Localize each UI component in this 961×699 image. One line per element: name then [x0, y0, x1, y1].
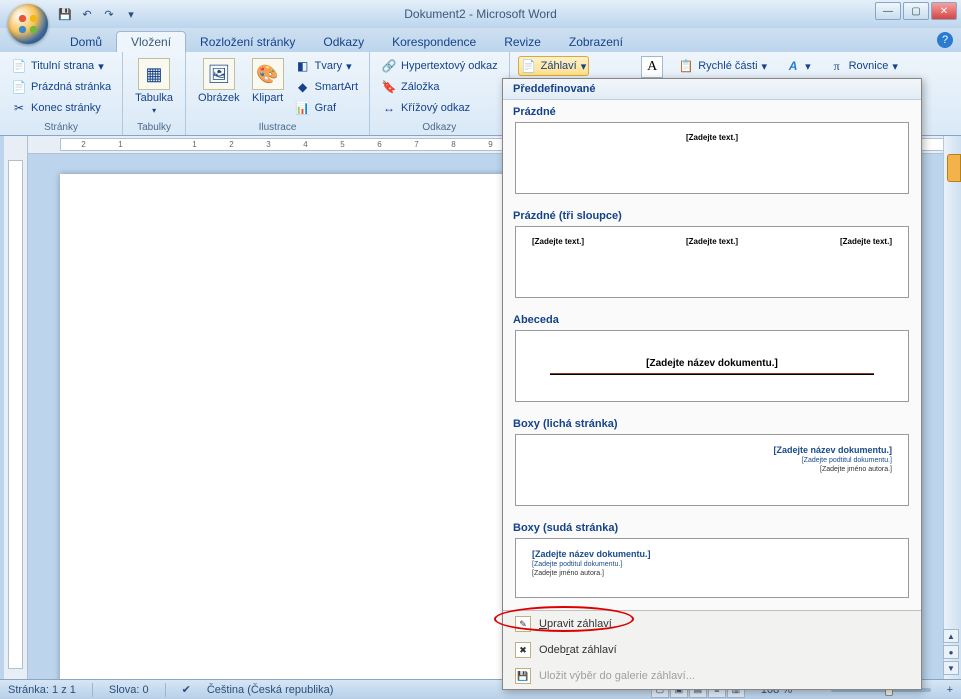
shapes-button[interactable]: ◧Tvary▾ [292, 56, 361, 76]
crossref-icon: ↔ [381, 100, 397, 116]
picture-icon: 🖼 [203, 58, 235, 90]
browse-object-button[interactable]: ● [943, 645, 959, 659]
group-title-illustrations: Ilustrace [194, 120, 361, 135]
equation-icon: π [829, 58, 845, 74]
minimize-button[interactable]: — [875, 2, 901, 20]
save-selection-icon: 💾 [515, 668, 531, 684]
status-words[interactable]: Slova: 0 [109, 684, 149, 696]
window-title: Dokument2 - Microsoft Word [404, 7, 557, 21]
window-controls: — ▢ ✕ [875, 2, 957, 20]
smartart-icon: ◆ [295, 79, 311, 95]
qat-customize[interactable]: ▾ [122, 5, 140, 23]
clipart-button[interactable]: 🎨Klipart [248, 56, 288, 120]
smartart-button[interactable]: ◆SmartArt [292, 77, 361, 97]
hyperlink-button[interactable]: 🔗Hypertextový odkaz [378, 56, 501, 76]
page-break-button[interactable]: ✂Konec stránky [8, 98, 114, 118]
close-button[interactable]: ✕ [931, 2, 957, 20]
title-bar: 💾 ↶ ↷ ▾ Dokument2 - Microsoft Word — ▢ ✕ [0, 0, 961, 28]
header-button[interactable]: 📄Záhlaví▾ [518, 56, 590, 76]
gallery-item-title-boxy-even: Boxy (sudá stránka) [503, 516, 921, 538]
status-proofing-icon[interactable]: ✔ [182, 683, 191, 696]
group-title-pages: Stránky [8, 120, 114, 135]
save-selection-item: 💾 Uložit výběr do galerie záhlaví... [503, 663, 921, 689]
tab-home[interactable]: Domů [56, 32, 116, 52]
qat-save[interactable]: 💾 [56, 5, 74, 23]
remove-header-item[interactable]: ✖ Odebrat záhlaví [503, 637, 921, 663]
blank-page-button[interactable]: 📄Prázdná stránka [8, 77, 114, 97]
textbox-button[interactable]: A [641, 56, 663, 78]
bookmark-icon: 🔖 [381, 79, 397, 95]
edit-header-icon: ✎ [515, 616, 531, 632]
ribbon-tabs: Domů Vložení Rozložení stránky Odkazy Ko… [0, 28, 961, 52]
cover-page-button[interactable]: 📄Titulní strana▾ [8, 56, 114, 76]
chart-icon: 📊 [295, 100, 311, 116]
prev-page-button[interactable]: ▲ [943, 629, 959, 643]
wordart-button[interactable]: A▾ [782, 56, 814, 76]
quickparts-icon: 📋 [678, 58, 694, 74]
status-language[interactable]: Čeština (Česká republika) [207, 684, 334, 696]
group-tables: ▦ Tabulka▾ Tabulky [123, 52, 186, 135]
zoom-in[interactable]: + [947, 684, 953, 696]
chart-button[interactable]: 📊Graf [292, 98, 361, 118]
table-icon: ▦ [138, 58, 170, 90]
tab-references[interactable]: Odkazy [309, 32, 378, 52]
clipart-icon: 🎨 [252, 58, 284, 90]
gallery-item-title-blank: Prázdné [503, 100, 921, 122]
header-icon: 📄 [521, 58, 537, 74]
edit-header-item[interactable]: ✎ Upravit záhlaví [503, 611, 921, 637]
side-panel-tab[interactable] [947, 154, 961, 182]
gallery-heading: Předdefinované [503, 79, 921, 100]
help-icon[interactable]: ? [937, 32, 953, 48]
qat-redo[interactable]: ↷ [100, 5, 118, 23]
gallery-item-blank[interactable]: [Zadejte text.] [515, 122, 909, 194]
tab-layout[interactable]: Rozložení stránky [186, 32, 309, 52]
vertical-scrollbar[interactable] [943, 136, 961, 679]
gallery-item-title-abc: Abeceda [503, 308, 921, 330]
gallery-item-boxy-even[interactable]: [Zadejte název dokumentu.] [Zadejte podt… [515, 538, 909, 598]
group-title-tables: Tabulky [131, 120, 177, 135]
browse-object-nav: ▲ ● ▼ [943, 629, 959, 675]
crossref-button[interactable]: ↔Křížový odkaz [378, 98, 501, 118]
quick-access-toolbar: 💾 ↶ ↷ ▾ [56, 5, 140, 23]
hyperlink-icon: 🔗 [381, 58, 397, 74]
bookmark-button[interactable]: 🔖Záložka [378, 77, 501, 97]
gallery-item-three-columns[interactable]: [Zadejte text.] [Zadejte text.] [Zadejte… [515, 226, 909, 298]
group-links: 🔗Hypertextový odkaz 🔖Záložka ↔Křížový od… [370, 52, 510, 135]
wordart-icon: A [785, 58, 801, 74]
group-title-links: Odkazy [378, 120, 501, 135]
office-button[interactable] [8, 4, 48, 44]
gallery-body[interactable]: Prázdné [Zadejte text.] Prázdné (tři slo… [503, 100, 921, 610]
gallery-item-alphabet[interactable]: [Zadejte název dokumentu.] [515, 330, 909, 402]
shapes-icon: ◧ [295, 58, 311, 74]
status-page[interactable]: Stránka: 1 z 1 [8, 684, 76, 696]
header-gallery-dropdown: Předdefinované Prázdné [Zadejte text.] P… [502, 78, 922, 690]
gallery-item-title-boxy-odd: Boxy (lichá stránka) [503, 412, 921, 434]
table-button[interactable]: ▦ Tabulka▾ [131, 56, 177, 120]
group-illustrations: 🖼Obrázek 🎨Klipart ◧Tvary▾ ◆SmartArt 📊Gra… [186, 52, 370, 135]
tab-review[interactable]: Revize [490, 32, 555, 52]
equation-button[interactable]: πRovnice▾ [826, 56, 901, 76]
gallery-item-boxy-odd[interactable]: [Zadejte název dokumentu.] [Zadejte podt… [515, 434, 909, 506]
picture-button[interactable]: 🖼Obrázek [194, 56, 244, 120]
group-pages: 📄Titulní strana▾ 📄Prázdná stránka ✂Konec… [0, 52, 123, 135]
gallery-footer: ✎ Upravit záhlaví ✖ Odebrat záhlaví 💾 Ul… [503, 610, 921, 689]
qat-undo[interactable]: ↶ [78, 5, 96, 23]
quickparts-button[interactable]: 📋Rychlé části▾ [675, 56, 770, 76]
tab-view[interactable]: Zobrazení [555, 32, 637, 52]
next-page-button[interactable]: ▼ [943, 661, 959, 675]
gallery-item-title-threecol: Prázdné (tři sloupce) [503, 204, 921, 226]
tab-mailings[interactable]: Korespondence [378, 32, 490, 52]
remove-header-icon: ✖ [515, 642, 531, 658]
maximize-button[interactable]: ▢ [903, 2, 929, 20]
edit-header-label: pravit záhlaví [547, 618, 612, 630]
tab-insert[interactable]: Vložení [116, 31, 186, 52]
vertical-ruler[interactable] [4, 136, 28, 679]
